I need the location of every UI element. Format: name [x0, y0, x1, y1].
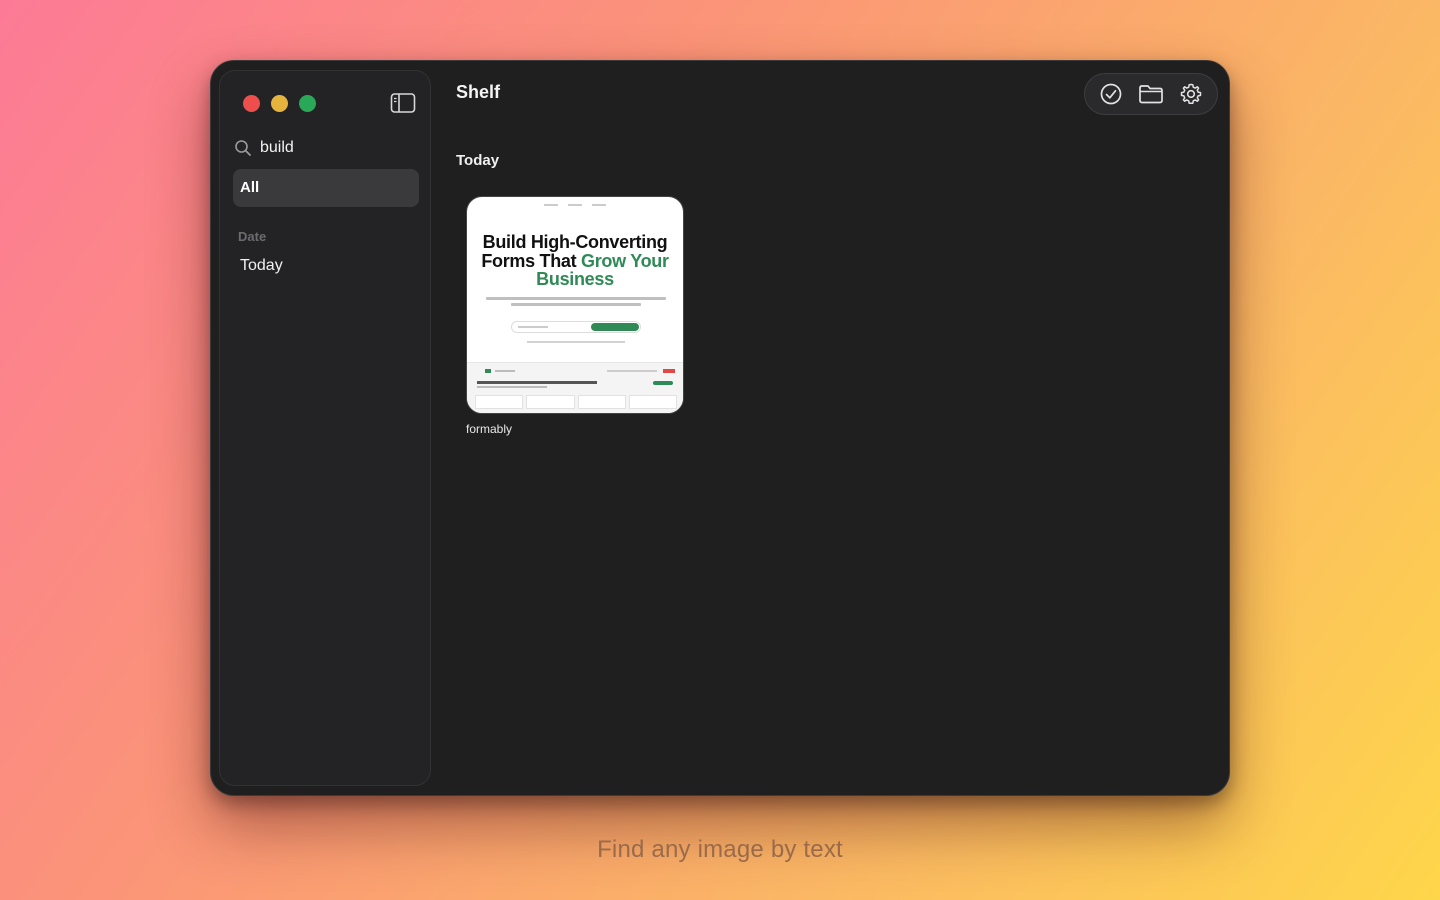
thumbnail-headline-line: Build High-Converting — [482, 232, 668, 252]
thumbnail-form — [511, 321, 641, 333]
sidebar-item-all[interactable]: All — [233, 169, 419, 207]
page-title: Shelf — [456, 82, 501, 102]
sidebar-item-label: All — [240, 179, 260, 196]
search-icon — [234, 139, 252, 157]
thumbnail-headline-dark: Forms That — [481, 250, 582, 271]
section-label-date: Date — [238, 229, 267, 244]
group-title-today: Today — [456, 152, 500, 169]
sidebar: All Date Today — [219, 70, 431, 786]
minimize-window-button[interactable] — [271, 95, 288, 112]
sidebar-item-today[interactable]: Today — [240, 257, 283, 275]
thumbnail-headline-green: Grow Your — [581, 250, 669, 271]
toolbar — [1084, 73, 1218, 115]
thumbnail-nav — [467, 203, 683, 207]
folder-icon[interactable] — [1138, 81, 1164, 107]
close-window-button[interactable] — [243, 95, 260, 112]
image-card-label: formably — [466, 422, 513, 436]
app-window: All Date Today Shelf Today — [210, 60, 1230, 796]
sidebar-item-label: Today — [240, 257, 283, 274]
checkmark-circle-icon[interactable] — [1098, 81, 1124, 107]
thumbnail-subtext — [481, 297, 671, 309]
thumbnail-headline-line: Forms That Grow Your — [467, 250, 683, 271]
search-input[interactable] — [260, 139, 410, 157]
thumbnail-dashboard — [467, 362, 683, 413]
thumbnail-note — [527, 341, 625, 343]
thumbnail-headline-line: Business — [536, 269, 614, 289]
thumbnail-headline: Build High-Converting Forms That Grow Yo… — [467, 233, 683, 289]
search-bar — [234, 137, 414, 159]
sidebar-toggle-icon[interactable] — [390, 92, 416, 114]
promo-caption: Find any image by text — [597, 836, 843, 863]
image-card[interactable]: Build High-Converting Forms That Grow Yo… — [466, 196, 684, 414]
gear-icon[interactable] — [1178, 81, 1204, 107]
zoom-window-button[interactable] — [299, 95, 316, 112]
